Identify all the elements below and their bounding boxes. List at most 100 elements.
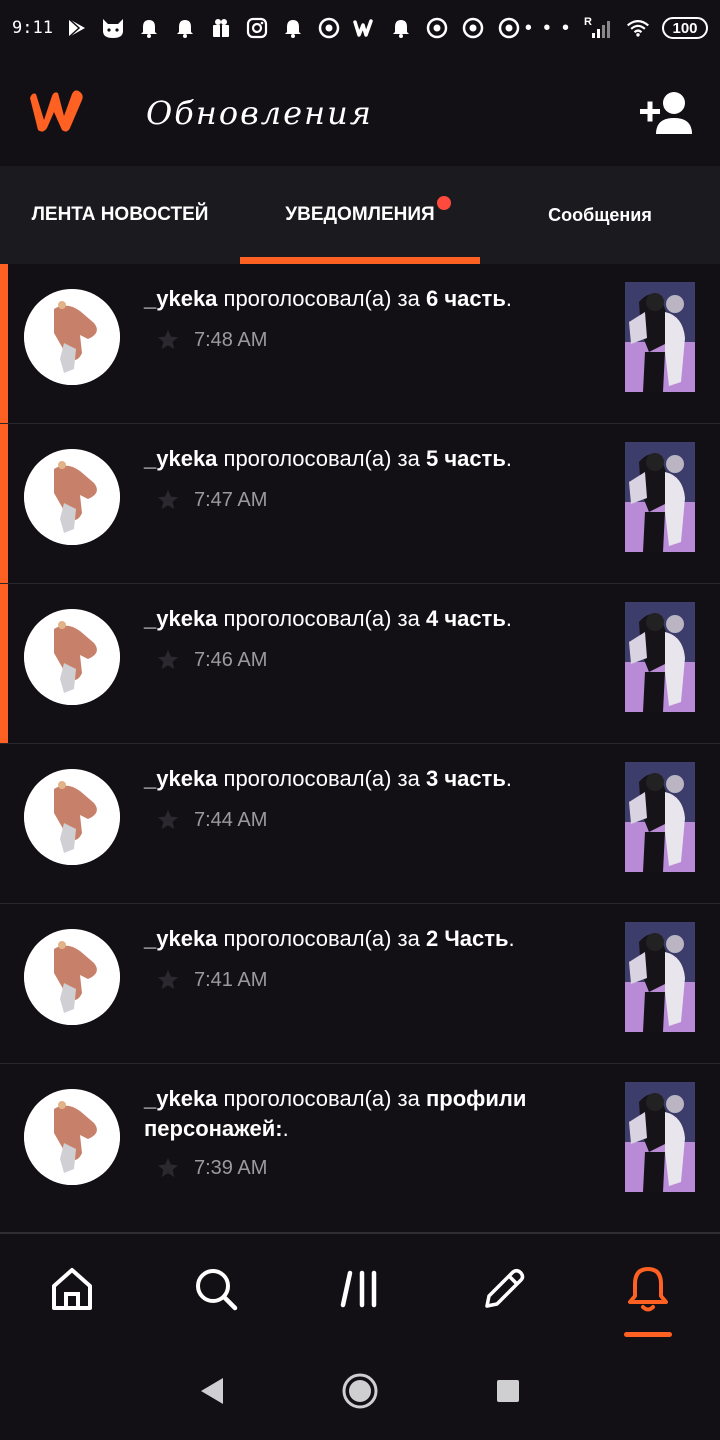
story-cover[interactable] — [625, 282, 695, 392]
bell-icon — [628, 1267, 668, 1312]
tab-messages[interactable]: Сообщения — [480, 166, 720, 264]
bottom-nav — [0, 1232, 720, 1342]
alarm-icon — [173, 16, 197, 40]
avatar[interactable] — [24, 449, 120, 545]
story-cover[interactable] — [625, 602, 695, 712]
more-notifications-icon: • • • — [524, 16, 572, 39]
gift-icon — [209, 16, 233, 40]
username[interactable]: _ykeka — [144, 766, 217, 791]
story-cover[interactable] — [625, 442, 695, 552]
recents-icon — [497, 1380, 519, 1402]
star-icon — [158, 810, 178, 829]
notification-suffix: . — [505, 286, 512, 311]
tab-notifications-label: УВЕДОМЛЕНИЯ — [285, 204, 435, 225]
wattpad-icon — [353, 16, 377, 40]
alarm-icon — [389, 16, 413, 40]
notification-meta: 7:41 AM — [156, 968, 267, 992]
avatar[interactable] — [24, 289, 120, 385]
roaming-label: R — [584, 16, 592, 28]
avatar[interactable] — [24, 929, 120, 1025]
notification-text: _ykeka проголосовал(а) за 6 часть. — [144, 284, 584, 314]
story-cover[interactable] — [625, 762, 695, 872]
page-title: Обновления — [146, 94, 373, 132]
notification-suffix: . — [505, 446, 512, 471]
home-icon — [52, 1268, 92, 1310]
notification-text: _ykeka проголосовал(а) за профили персон… — [144, 1084, 584, 1144]
timestamp: 7:47 AM — [194, 488, 268, 511]
story-part-link[interactable]: 4 часть — [426, 606, 506, 631]
list-item[interactable]: _ykeka проголосовал(а) за 3 часть. 7:44 … — [0, 744, 720, 904]
alarm-icon — [281, 16, 305, 40]
system-back-button[interactable] — [188, 1367, 236, 1415]
avatar[interactable] — [24, 769, 120, 865]
signal-icon: R — [584, 16, 614, 40]
unread-badge — [437, 196, 451, 210]
battery-indicator: 100 — [662, 17, 708, 39]
notification-action: проголосовал(а) за — [217, 926, 426, 951]
star-icon — [158, 330, 178, 349]
notification-meta: 7:48 AM — [156, 328, 267, 352]
add-user-icon[interactable] — [638, 88, 698, 136]
notification-action: проголосовал(а) за — [217, 1086, 426, 1111]
story-cover[interactable] — [625, 1082, 695, 1192]
nav-write[interactable] — [432, 1234, 576, 1344]
story-part-link[interactable]: 6 часть — [426, 286, 506, 311]
nav-library[interactable] — [288, 1234, 432, 1344]
app-header: Обновления — [0, 56, 720, 166]
list-item[interactable]: _ykeka проголосовал(а) за 6 часть. 7:48 … — [0, 264, 720, 424]
instagram-icon — [245, 16, 269, 40]
notification-action: проголосовал(а) за — [217, 606, 426, 631]
tab-news-feed-label: ЛЕНТА НОВОСТЕЙ — [31, 204, 209, 225]
username[interactable]: _ykeka — [144, 926, 217, 951]
story-part-link[interactable]: 5 часть — [426, 446, 506, 471]
notification-meta: 7:39 AM — [156, 1156, 267, 1180]
tab-notifications[interactable]: УВЕДОМЛЕНИЯ — [240, 166, 480, 264]
story-part-link[interactable]: 3 часть — [426, 766, 506, 791]
search-icon — [196, 1269, 238, 1311]
list-item[interactable]: _ykeka проголосовал(а) за 2 Часть. 7:41 … — [0, 904, 720, 1064]
tab-bar: ЛЕНТА НОВОСТЕЙ УВЕДОМЛЕНИЯ Сообщения — [0, 166, 720, 264]
username[interactable]: _ykeka — [144, 286, 217, 311]
alarm-icon — [137, 16, 161, 40]
timestamp: 7:46 AM — [194, 648, 268, 671]
tab-news-feed[interactable]: ЛЕНТА НОВОСТЕЙ — [0, 166, 240, 264]
list-item[interactable]: _ykeka проголосовал(а) за профили персон… — [0, 1064, 720, 1236]
active-nav-indicator — [624, 1332, 672, 1337]
username[interactable]: _ykeka — [144, 606, 217, 631]
cat-app-icon — [101, 16, 125, 40]
avatar[interactable] — [24, 1089, 120, 1185]
status-bar: 9:11 • • • R 100 — [0, 0, 720, 56]
nav-home[interactable] — [0, 1234, 144, 1344]
system-nav-bar — [0, 1342, 720, 1440]
notification-text: _ykeka проголосовал(а) за 4 часть. — [144, 604, 584, 634]
notification-text: _ykeka проголосовал(а) за 2 Часть. — [144, 924, 584, 954]
star-icon — [158, 1158, 178, 1177]
list-item[interactable]: _ykeka проголосовал(а) за 4 часть. 7:46 … — [0, 584, 720, 744]
notification-action: проголосовал(а) за — [217, 286, 426, 311]
chrome-icon — [425, 16, 449, 40]
star-icon — [158, 970, 178, 989]
notification-suffix: . — [505, 766, 512, 791]
notification-meta: 7:47 AM — [156, 488, 267, 512]
story-part-link[interactable]: 2 Часть — [426, 926, 509, 951]
notification-action: проголосовал(а) за — [217, 446, 426, 471]
chrome-icon — [461, 16, 485, 40]
username[interactable]: _ykeka — [144, 1086, 217, 1111]
notification-meta: 7:44 AM — [156, 808, 267, 832]
system-recents-button[interactable] — [484, 1367, 532, 1415]
wifi-icon — [626, 16, 650, 40]
nav-notifications[interactable] — [576, 1234, 720, 1344]
system-home-button[interactable] — [336, 1367, 384, 1415]
wattpad-logo-icon[interactable] — [22, 84, 90, 136]
list-item[interactable]: _ykeka проголосовал(а) за 5 часть. 7:47 … — [0, 424, 720, 584]
notification-action: проголосовал(а) за — [217, 766, 426, 791]
avatar[interactable] — [24, 609, 120, 705]
nav-search[interactable] — [144, 1234, 288, 1344]
username[interactable]: _ykeka — [144, 446, 217, 471]
timestamp: 7:44 AM — [194, 808, 268, 831]
notification-icons — [65, 16, 521, 40]
active-tab-indicator — [240, 257, 480, 264]
status-time: 9:11 — [12, 18, 53, 38]
story-cover[interactable] — [625, 922, 695, 1032]
timestamp: 7:48 AM — [194, 328, 268, 351]
